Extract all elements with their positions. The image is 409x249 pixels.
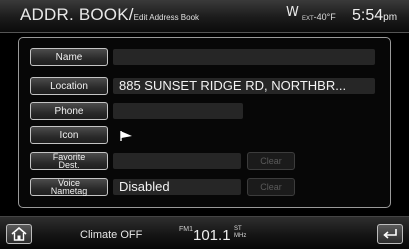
phone-button[interactable]: Phone xyxy=(30,102,108,120)
favorite-dest-button[interactable]: Favorite Dest. xyxy=(30,152,108,170)
favorite-clear-button[interactable]: Clear xyxy=(247,152,295,170)
ext-temp-value: -40°F xyxy=(313,12,336,22)
stereo-label: ST xyxy=(234,226,242,232)
favorite-dest-label-2: Dest. xyxy=(58,160,80,170)
clock-suffix: pm xyxy=(383,12,398,23)
compass-heading: W xyxy=(286,5,299,20)
phone-value xyxy=(113,103,243,119)
icon-button[interactable]: Icon xyxy=(30,126,108,144)
climate-status[interactable]: Climate OFF xyxy=(80,229,142,241)
favorite-clear-label: Clear xyxy=(260,156,282,166)
status-header: ADDR. BOOK/Edit Address Book W EXT-40°F … xyxy=(0,0,409,33)
location-value: 885 SUNSET RIDGE RD, NORTHBR... xyxy=(113,78,375,94)
name-value xyxy=(113,49,375,65)
icon-button-label: Icon xyxy=(59,129,79,141)
clock-time: 5:54 xyxy=(352,7,384,24)
page-title: ADDR. BOOK/Edit Address Book xyxy=(20,5,199,25)
home-icon xyxy=(11,227,27,241)
stereo-indicator: ST MHz xyxy=(234,226,246,240)
mhz-label: MHz xyxy=(234,233,247,239)
edit-address-panel: Name Location 885 SUNSET RIDGE RD, NORTH… xyxy=(18,37,391,208)
location-button[interactable]: Location xyxy=(30,77,108,95)
favorite-dest-value xyxy=(113,153,241,169)
voice-nametag-label-2: Nametag xyxy=(50,186,88,196)
name-button[interactable]: Name xyxy=(30,48,108,66)
voice-nametag-button[interactable]: Voice Nametag xyxy=(30,178,108,196)
voice-clear-label: Clear xyxy=(260,182,282,192)
flag-icon xyxy=(120,131,132,141)
radio-band: FM1 xyxy=(179,226,193,233)
location-button-label: Location xyxy=(50,80,88,92)
voice-nametag-value: Disabled xyxy=(113,179,241,195)
title-subtitle: Edit Address Book xyxy=(133,13,200,22)
title-main: ADDR. BOOK/ xyxy=(20,5,134,24)
ext-label: EXT xyxy=(302,16,314,22)
name-button-label: Name xyxy=(55,51,83,63)
footer-bar: Climate OFF FM1 101.1 ST MHz xyxy=(0,216,409,249)
radio-frequency[interactable]: 101.1 xyxy=(193,227,231,244)
back-icon xyxy=(383,229,397,239)
home-button[interactable] xyxy=(6,224,32,244)
clock: 5:54pm xyxy=(352,7,397,25)
back-button[interactable] xyxy=(377,224,403,244)
voice-clear-button[interactable]: Clear xyxy=(247,178,295,196)
phone-button-label: Phone xyxy=(54,105,84,117)
outside-temperature: EXT-40°F xyxy=(302,12,336,22)
